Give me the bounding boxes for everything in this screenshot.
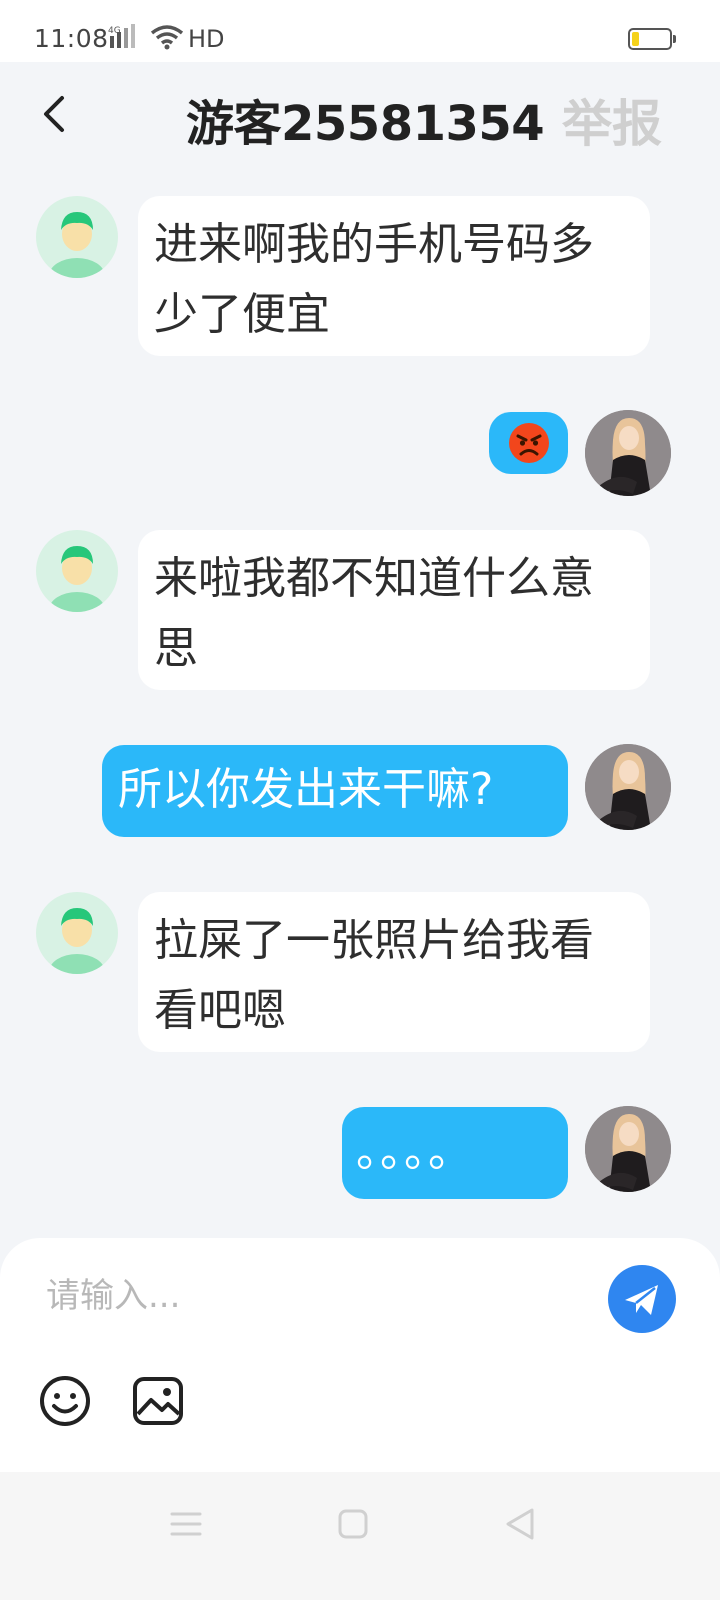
home-square-icon — [338, 1509, 368, 1539]
user-icon — [49, 546, 105, 612]
home-nav-button[interactable] — [331, 1502, 375, 1546]
message-bubble-incoming[interactable]: 进来啊我的手机号码多 少了便宜 — [138, 196, 650, 356]
contact-avatar[interactable] — [36, 530, 118, 612]
message-text-line: 少了便宜 — [154, 289, 330, 340]
message-text-line: 拉屎了一张照片给我看 — [154, 915, 594, 966]
message-input-panel — [0, 1238, 720, 1472]
chat-header: 游客25581354 举报 — [0, 62, 720, 167]
page-title: 游客25581354 — [186, 96, 545, 152]
user-icon — [49, 212, 105, 278]
profile-photo — [585, 410, 671, 496]
profile-photo — [585, 744, 671, 830]
message-text-line: 看吧嗯 — [154, 985, 286, 1036]
back-nav-button[interactable] — [498, 1502, 542, 1546]
battery-icon — [628, 28, 676, 50]
angry-face-icon — [508, 423, 549, 463]
emoji-button[interactable] — [38, 1374, 92, 1428]
report-button[interactable]: 举报 — [562, 84, 662, 156]
message-text-line: 思 — [154, 623, 198, 674]
status-bar: 11:08 4G HD — [0, 0, 720, 62]
menu-icon — [170, 1512, 202, 1536]
back-button[interactable] — [36, 92, 72, 136]
message-bubble-outgoing[interactable]: 所以你发出来干嘛? — [102, 745, 568, 837]
message-bubble-outgoing[interactable] — [489, 412, 568, 474]
system-nav-bar — [0, 1472, 720, 1600]
image-button[interactable] — [132, 1376, 184, 1426]
contact-avatar[interactable] — [36, 196, 118, 278]
send-icon — [625, 1285, 658, 1315]
battery-level — [632, 32, 639, 46]
my-avatar[interactable] — [585, 410, 671, 496]
user-icon — [49, 908, 105, 974]
send-button[interactable] — [608, 1265, 676, 1333]
message-text: 。。。。 — [356, 1126, 474, 1177]
message-bubble-incoming[interactable]: 来啦我都不知道什么意 思 — [138, 530, 650, 690]
status-icons: 4G HD — [108, 24, 225, 54]
message-input[interactable] — [46, 1272, 586, 1320]
message-bubble-incoming[interactable]: 拉屎了一张照片给我看 看吧嗯 — [138, 892, 650, 1052]
back-triangle-icon — [506, 1508, 534, 1540]
contact-avatar[interactable] — [36, 892, 118, 974]
smile-icon — [40, 1376, 90, 1426]
wifi-icon — [150, 24, 184, 54]
message-text: 所以你发出来干嘛? — [118, 764, 494, 815]
hd-label: HD — [188, 25, 225, 53]
image-icon — [133, 1377, 183, 1425]
my-avatar[interactable] — [585, 744, 671, 830]
message-text-line: 进来啊我的手机号码多 — [154, 219, 594, 270]
menu-nav-button[interactable] — [164, 1502, 208, 1546]
status-time: 11:08 — [34, 24, 109, 53]
profile-photo — [585, 1106, 671, 1192]
signal-icon: 4G — [108, 24, 144, 54]
chevron-left-icon — [44, 96, 64, 132]
message-text-line: 来啦我都不知道什么意 — [154, 553, 594, 604]
my-avatar[interactable] — [585, 1106, 671, 1192]
message-bubble-outgoing[interactable]: 。。。。 — [342, 1107, 568, 1199]
